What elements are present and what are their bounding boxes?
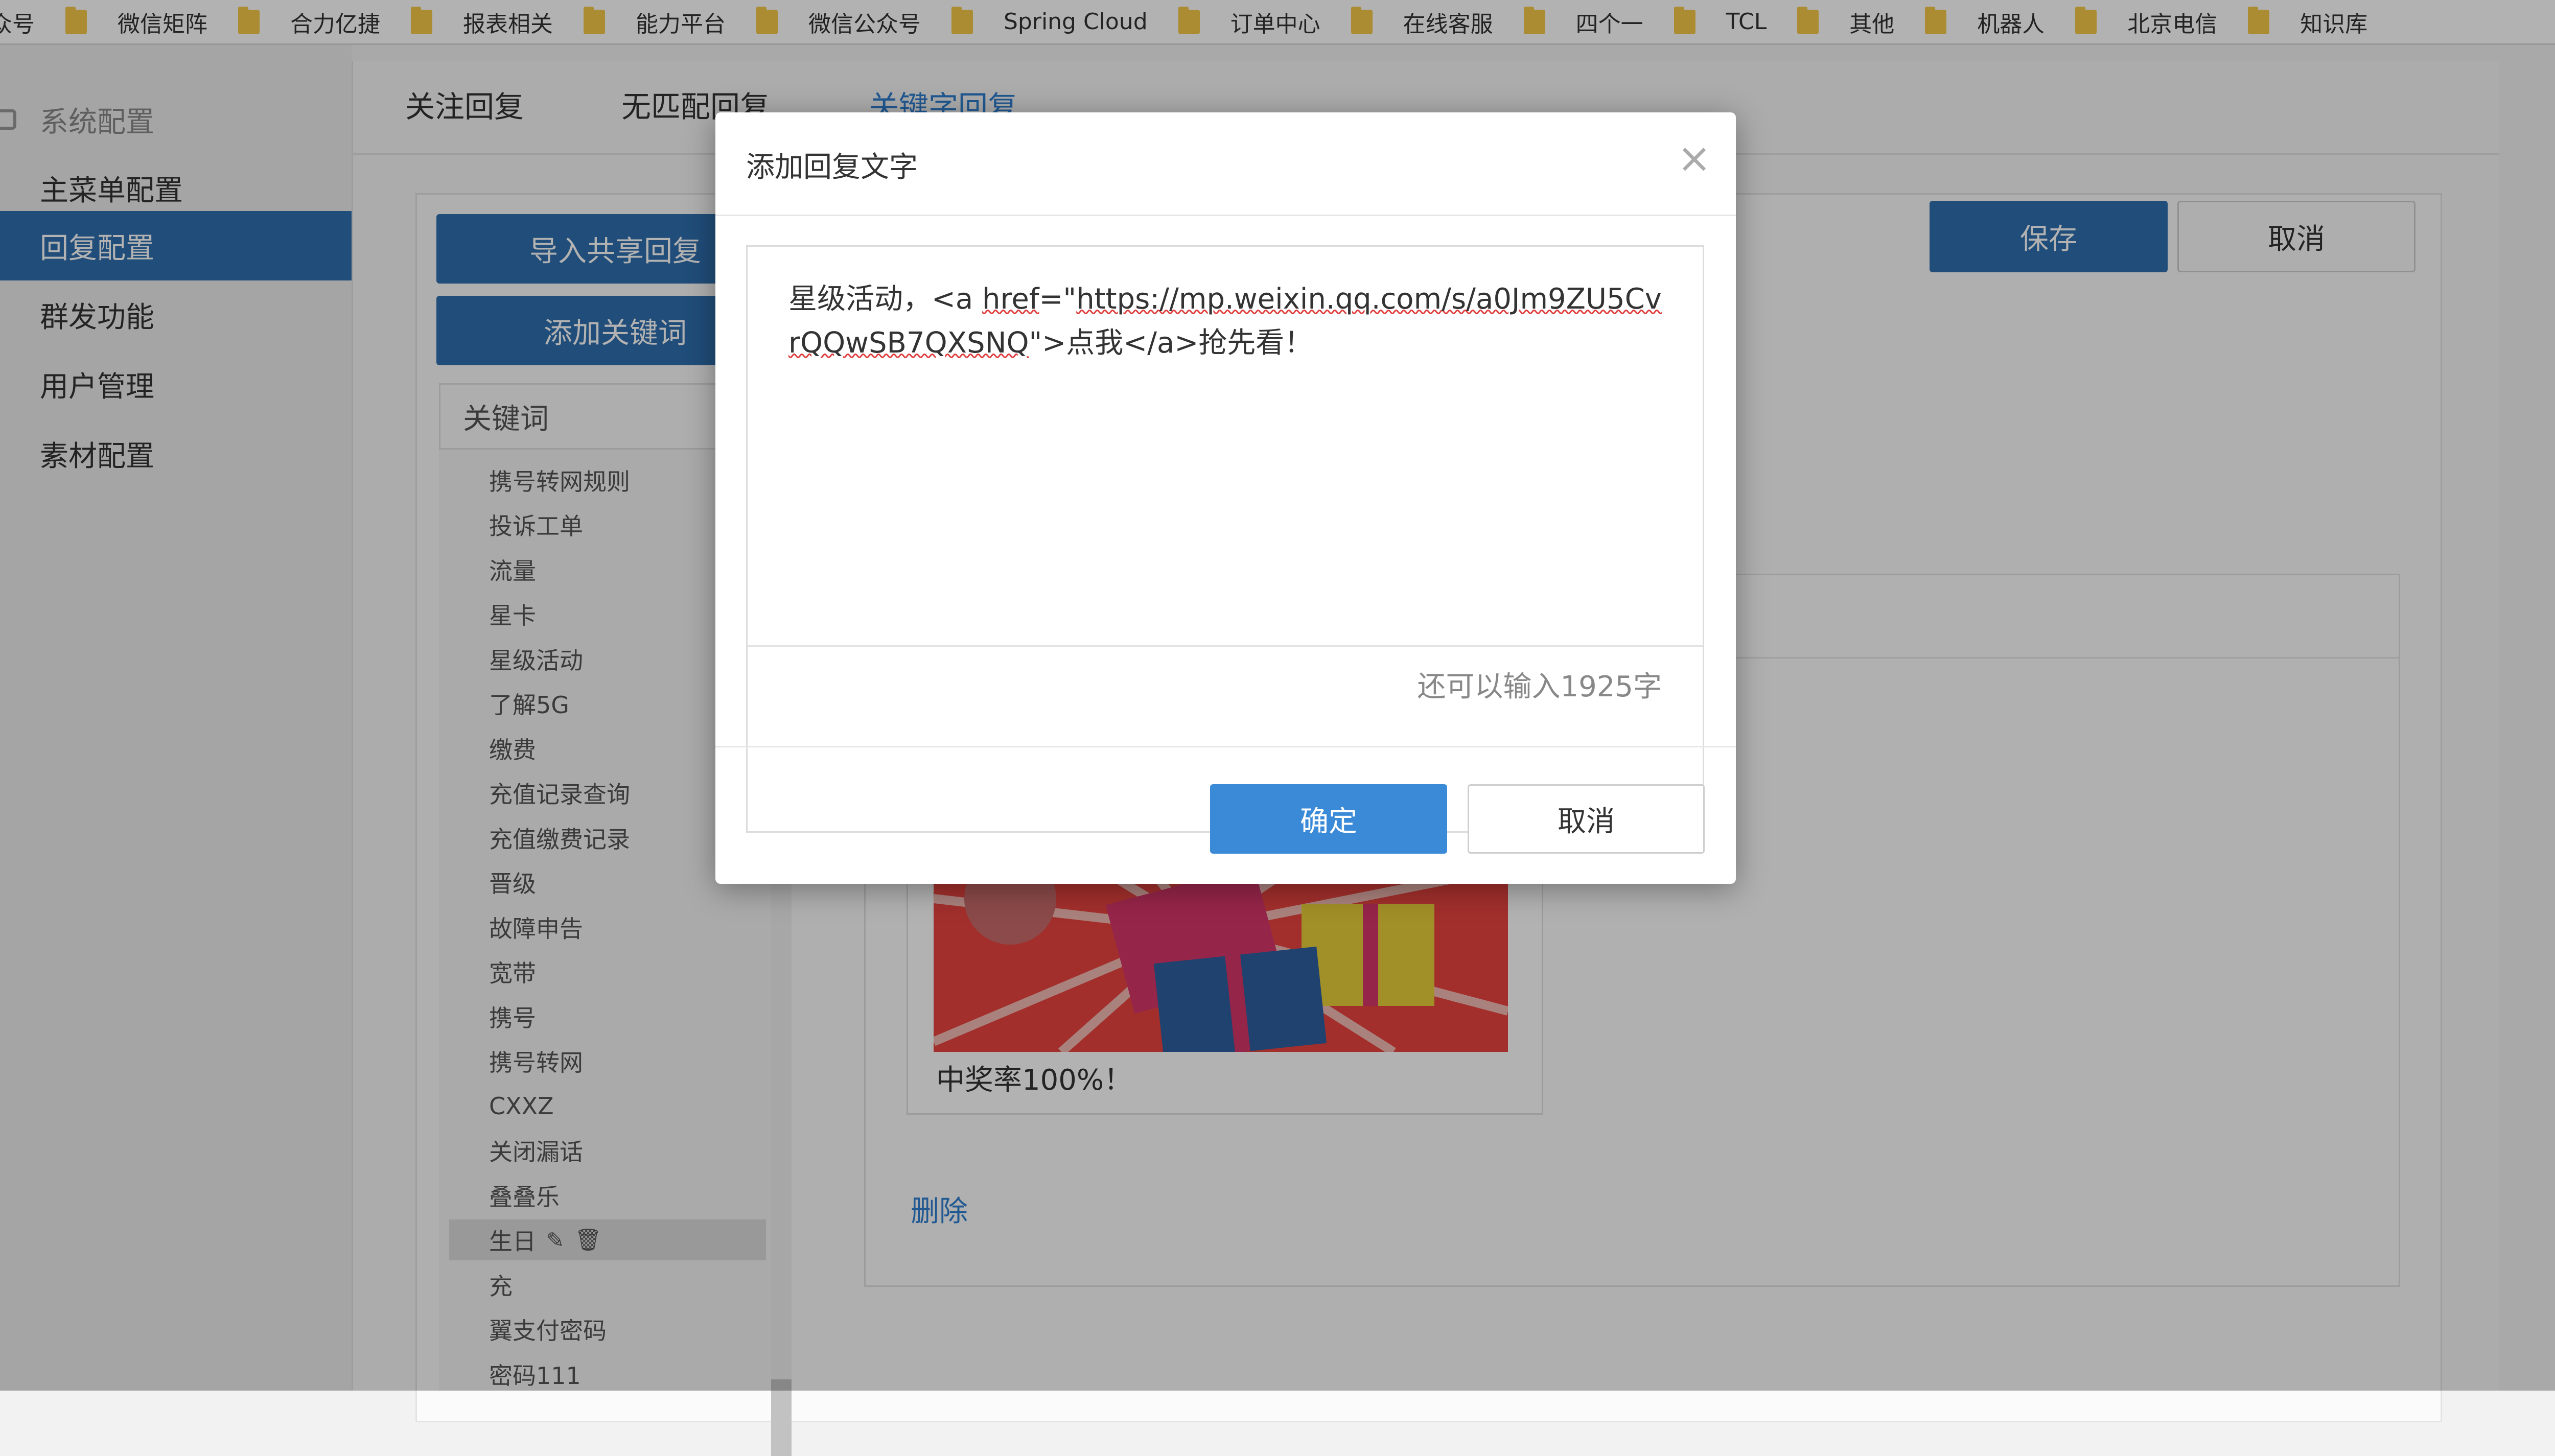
close-icon[interactable]: × xyxy=(1677,138,1711,179)
char-counter: 还可以输入1925字 xyxy=(1417,670,1662,703)
confirm-button[interactable]: 确定 xyxy=(1210,784,1447,854)
add-reply-text-dialog: 添加回复文字 × 星级活动，<a href="https://mp.weixin… xyxy=(715,112,1736,884)
char-counter-bar: 还可以输入1925字 xyxy=(748,645,1703,722)
reply-text-content[interactable]: 星级活动，<a href="https://mp.weixin.qq.com/s… xyxy=(788,277,1667,365)
keyword-scrollbar-thumb[interactable] xyxy=(771,1379,792,1456)
dialog-header: 添加回复文字 × xyxy=(715,112,1736,216)
reply-text-editor[interactable]: 星级活动，<a href="https://mp.weixin.qq.com/s… xyxy=(746,245,1704,833)
dialog-cancel-button[interactable]: 取消 xyxy=(1468,784,1705,854)
dialog-title: 添加回复文字 xyxy=(746,151,918,184)
